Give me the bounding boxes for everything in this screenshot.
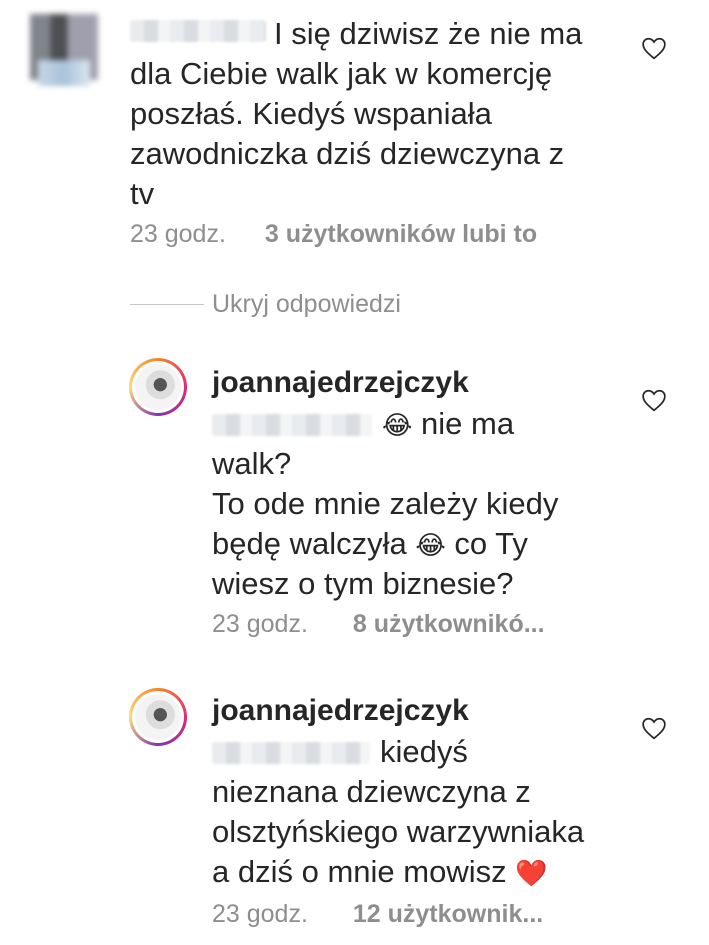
avatar[interactable] [129, 688, 187, 746]
reply-text-c-line: będę walczyła 😂 co Ty [212, 524, 528, 565]
reply-text-b: walk? To ode mnie zależy kiedy [212, 446, 559, 521]
blurred-mention[interactable] [212, 414, 372, 436]
reply-time: 23 godz. [212, 900, 308, 928]
reply-text-e: wiesz o tym biznesie? [212, 566, 514, 601]
comment1-text-first: I się dziwisz że nie ma [274, 16, 583, 51]
reply-username[interactable]: joannajedrzejczyk [212, 366, 469, 400]
reply-time: 23 godz. [212, 610, 308, 638]
avatar-photo [135, 694, 181, 740]
reply-likes[interactable]: 12 użytkownik... [353, 900, 543, 928]
comment-text-line1: I się dziwisz że nie ma [274, 14, 582, 54]
reply-text-a: kiedyś [380, 734, 468, 769]
avatar-blurred-lower [38, 60, 90, 86]
reply-text-b: nieznana dziewczyna z olsztyńskiego warz… [212, 774, 585, 849]
reply-likes[interactable]: 8 użytkownikó... [353, 610, 545, 638]
blurred-username[interactable] [130, 20, 266, 42]
reply-username[interactable]: joannajedrzejczyk [212, 694, 469, 728]
tears-of-joy-emoji: 😂 [382, 410, 413, 440]
red-heart-emoji: ❤️ [515, 858, 548, 888]
heart-outline-icon[interactable] [641, 716, 667, 740]
replies-divider [130, 304, 204, 305]
comment-meta: 23 godz. 3 użytkowników lubi to [130, 220, 537, 249]
comment-likes[interactable]: 3 użytkowników lubi to [265, 220, 537, 248]
reply-meta: 23 godz. 12 użytkownik... [212, 900, 543, 929]
avatar-photo [135, 364, 181, 410]
comment-text-body: dla Ciebie walk jak w komercję poszłaś. … [130, 56, 565, 211]
reply-text-first: 😂 nie ma [382, 404, 514, 445]
reply-text-c: będę walczyła [212, 526, 407, 561]
avatar[interactable] [129, 358, 187, 416]
blurred-mention[interactable] [212, 742, 370, 764]
heart-outline-icon[interactable] [641, 388, 667, 412]
reply-text-c-line: a dziś o mnie mowisz ❤️ [212, 852, 548, 893]
reply-text-d: co Ty [454, 526, 528, 561]
heart-outline-icon[interactable] [641, 36, 667, 60]
reply-text-a: nie ma [421, 406, 515, 441]
comment-time: 23 godz. [130, 220, 226, 248]
tears-of-joy-emoji: 😂 [415, 530, 446, 560]
reply-meta: 23 godz. 8 użytkownikó... [212, 610, 545, 639]
reply-text-c: a dziś o mnie mowisz [212, 854, 507, 889]
hide-replies-button[interactable]: Ukryj odpowiedzi [212, 290, 401, 319]
